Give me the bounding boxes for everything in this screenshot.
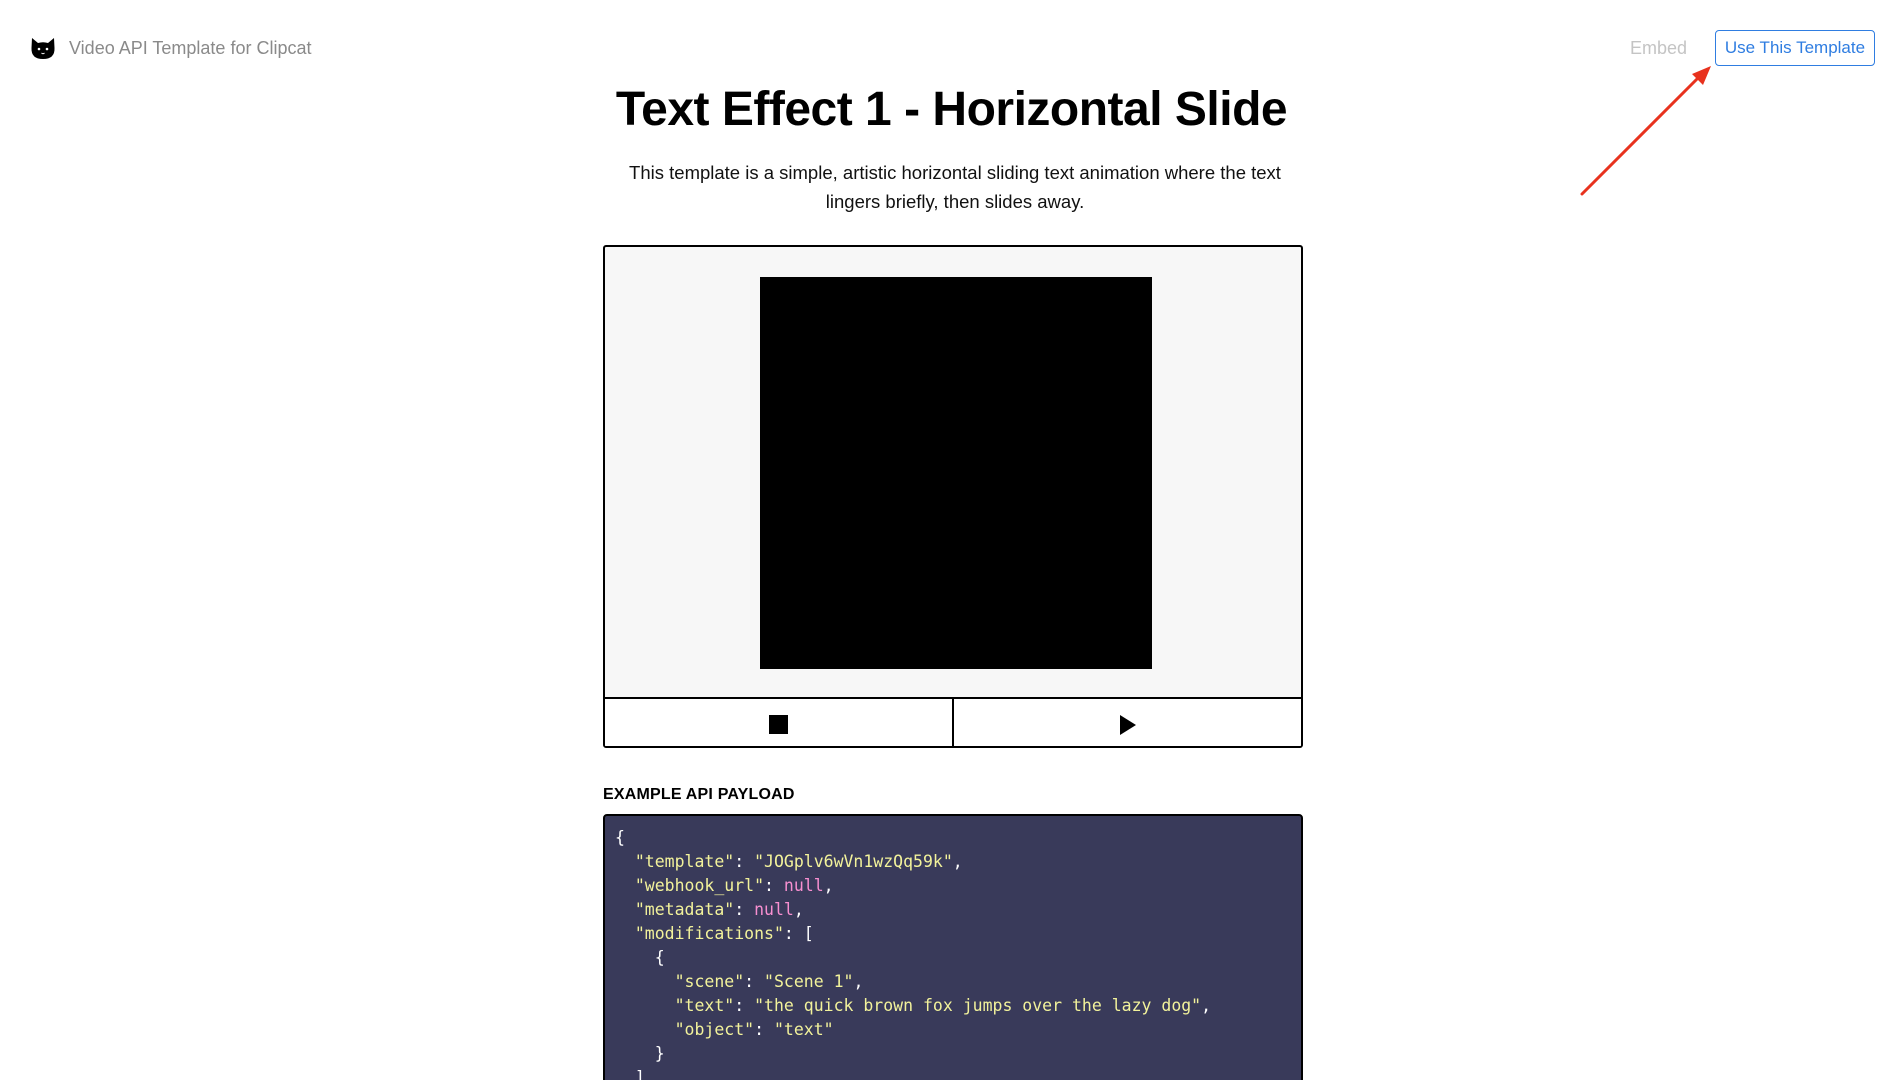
- code-null: null: [754, 900, 794, 919]
- payload-code-block[interactable]: { "template": "JOGplv6wVn1wzQq59k", "web…: [603, 814, 1303, 1080]
- code-key: "template": [634, 852, 735, 871]
- code-line: {: [615, 826, 1301, 850]
- stop-icon: [769, 715, 788, 734]
- code-key: "scene": [674, 972, 745, 991]
- brand-title: Video API Template for Clipcat: [69, 38, 312, 58]
- video-player: [603, 245, 1303, 748]
- code-key: "object": [674, 1020, 755, 1039]
- code-punct: {: [615, 828, 625, 847]
- code-key: "webhook_url": [634, 876, 765, 895]
- code-key: "text": [674, 996, 735, 1015]
- code-line: "text": "the quick brown fox jumps over …: [674, 996, 1212, 1015]
- page-title: Text Effect 1 - Horizontal Slide: [615, 83, 1288, 136]
- cat-icon: [31, 38, 55, 59]
- code-string: "the quick brown fox jumps over the lazy…: [754, 996, 1202, 1015]
- play-icon: [1119, 714, 1136, 735]
- code-line: "scene": "Scene 1",: [674, 972, 864, 991]
- code-line: {: [615, 948, 665, 967]
- code-line: }: [615, 1044, 665, 1063]
- preview-area: [605, 247, 1301, 699]
- page: Video API Template for Clipcat Embed Use…: [0, 0, 1903, 1080]
- code-line: ]: [615, 1068, 645, 1080]
- code-line: "object": "text": [674, 1020, 834, 1039]
- embed-link[interactable]: Embed: [1630, 34, 1687, 62]
- stop-button[interactable]: [605, 699, 952, 746]
- code-key: "modifications": [634, 924, 784, 943]
- code-line: "template": "JOGplv6wVn1wzQq59k",: [634, 852, 963, 871]
- player-controls: [605, 699, 1301, 746]
- code-key: "metadata": [634, 900, 735, 919]
- code-string: "text": [773, 1020, 834, 1039]
- code-line: "webhook_url": null,: [634, 876, 834, 895]
- use-template-button[interactable]: Use This Template: [1715, 30, 1875, 66]
- page-description: This template is a simple, artistic hori…: [629, 162, 1281, 212]
- play-button[interactable]: [952, 699, 1301, 746]
- payload-label: EXAMPLE API PAYLOAD: [603, 786, 795, 803]
- video-canvas[interactable]: [760, 277, 1152, 669]
- code-string: "Scene 1": [764, 972, 854, 991]
- code-line: "metadata": null,: [634, 900, 804, 919]
- brand[interactable]: Video API Template for Clipcat: [29, 34, 311, 62]
- code-line: "modifications": [: [634, 924, 814, 943]
- code-null: null: [783, 876, 824, 895]
- code-string: "JOGplv6wVn1wzQq59k": [754, 852, 953, 871]
